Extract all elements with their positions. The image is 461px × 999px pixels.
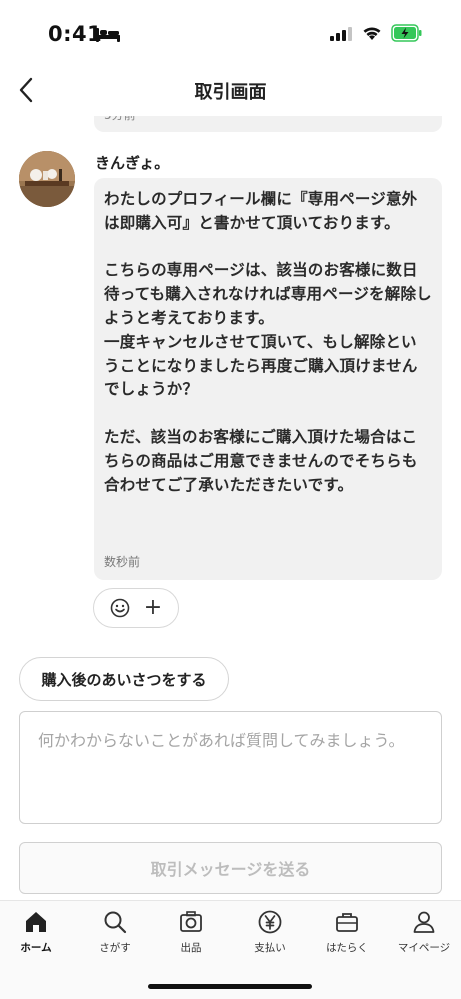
nav-header: 取引画面 bbox=[0, 64, 461, 116]
message-text: わたしのプロフィール欄に『専用ページ意外は即購入可』と書かせて頂いております。 … bbox=[104, 190, 432, 494]
avatar-image bbox=[19, 151, 75, 207]
message-bubble: わたしのプロフィール欄に『専用ページ意外は即購入可』と書かせて頂いております。 … bbox=[94, 178, 442, 580]
tab-work-label: はたらく bbox=[326, 942, 368, 954]
briefcase-icon bbox=[336, 913, 358, 932]
tab-payment[interactable]: 支払い bbox=[235, 909, 305, 959]
sleep-mode-icon bbox=[96, 28, 120, 42]
search-icon bbox=[104, 911, 127, 934]
greeting-button[interactable]: 購入後のあいさつをする bbox=[19, 657, 229, 701]
tab-search[interactable]: さがす bbox=[80, 909, 150, 959]
tab-payment-label: 支払い bbox=[254, 942, 286, 954]
signal-icon bbox=[330, 27, 352, 41]
smiley-icon bbox=[110, 598, 130, 618]
tab-sell-label: 出品 bbox=[180, 942, 202, 954]
camera-icon bbox=[180, 911, 202, 932]
add-reaction-button[interactable]: + bbox=[93, 588, 179, 628]
tab-sell[interactable]: 出品 bbox=[156, 909, 226, 959]
wifi-icon bbox=[363, 27, 381, 40]
page-title: 取引画面 bbox=[194, 82, 267, 103]
plus-icon: + bbox=[143, 595, 163, 620]
battery-icon bbox=[391, 24, 422, 42]
tab-work[interactable]: はたらく bbox=[312, 909, 382, 959]
tab-mypage-label: マイページ bbox=[397, 942, 451, 954]
avatar[interactable] bbox=[19, 151, 75, 207]
sender-name[interactable]: きんぎょ。 bbox=[95, 152, 169, 173]
home-icon bbox=[26, 912, 46, 932]
tab-home-label: ホーム bbox=[20, 942, 52, 954]
message-time: 数秒前 bbox=[104, 555, 141, 569]
tab-mypage[interactable]: マイページ bbox=[389, 909, 459, 959]
tab-home[interactable]: ホーム bbox=[1, 909, 71, 959]
person-icon bbox=[413, 911, 435, 933]
message-input[interactable] bbox=[19, 711, 442, 824]
status-bar: 0:41 bbox=[0, 0, 461, 64]
tab-search-label: さがす bbox=[99, 942, 131, 954]
send-message-button[interactable]: 取引メッセージを送る bbox=[19, 842, 442, 894]
home-indicator[interactable] bbox=[148, 984, 312, 989]
yen-icon bbox=[258, 910, 282, 934]
